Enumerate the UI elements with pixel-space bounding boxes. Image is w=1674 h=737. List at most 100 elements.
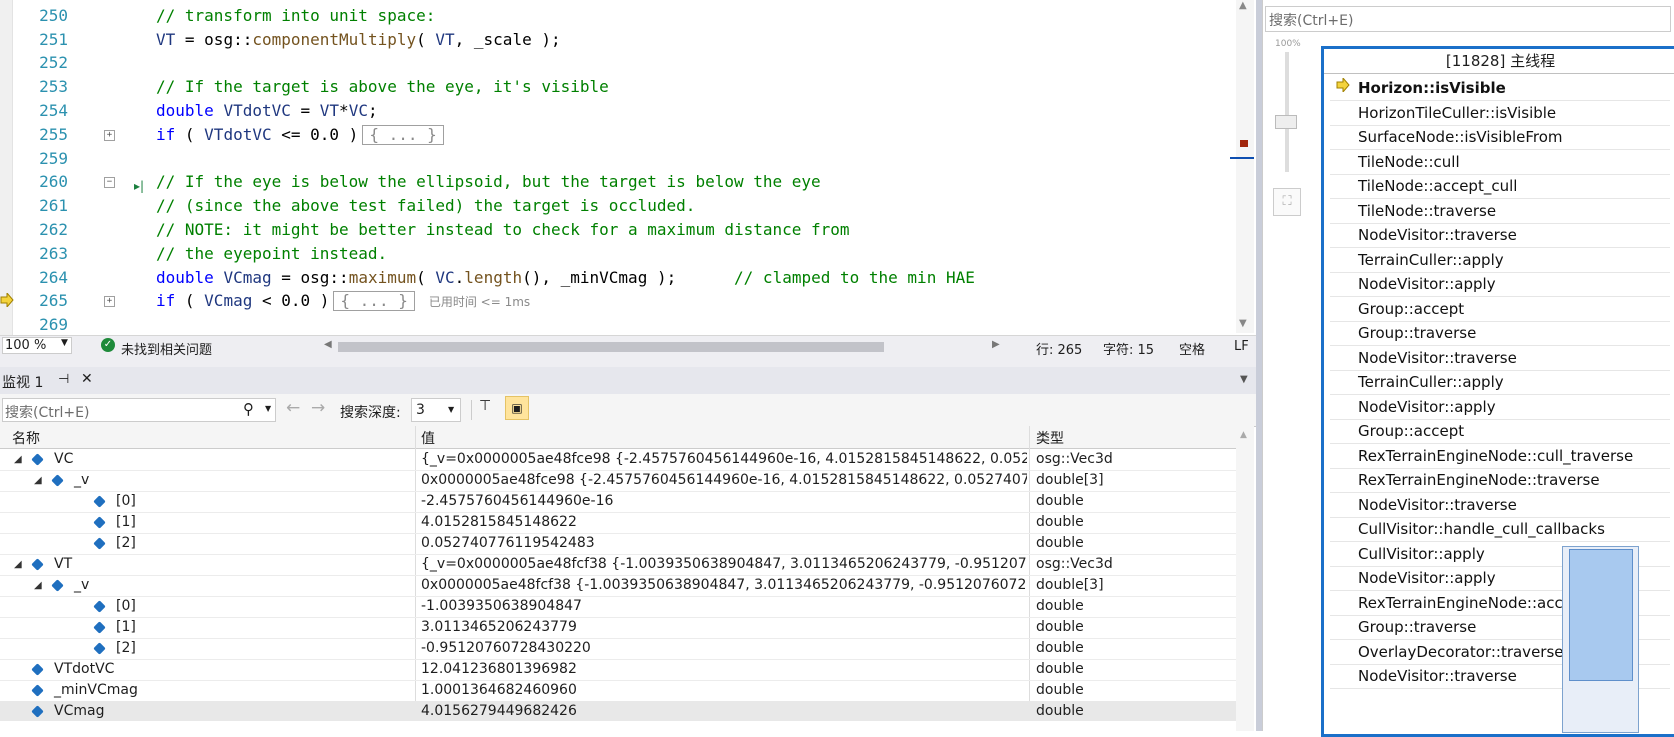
call-stack-frame[interactable]: NodeVisitor::traverse [1358, 225, 1517, 245]
column-name-header[interactable]: 名称 [12, 428, 40, 448]
editor-vertical-scrollbar[interactable]: ▲ ▼ [1230, 0, 1254, 333]
code-line[interactable]: // transform into unit space: [156, 6, 435, 26]
watch-row[interactable]: [0] -1.0039350638904847 double [0, 596, 1236, 618]
expand-toggle-icon[interactable]: ◢ [14, 449, 22, 470]
breakpoint-margin[interactable] [0, 0, 13, 342]
expand-toggle-icon[interactable]: ◢ [14, 554, 22, 575]
column-type-header[interactable]: 类型 [1036, 428, 1064, 448]
code-line[interactable]: if ( VCmag < 0.0 ){ ... } 已用时间 <= 1ms [156, 291, 530, 312]
watch-value[interactable]: 4.0156279449682426 [421, 701, 1027, 722]
call-stack-frame[interactable]: HorizonTileCuller::isVisible [1358, 103, 1556, 123]
issues-status[interactable]: 未找到相关问题 [121, 339, 212, 358]
call-stack-frame[interactable]: Group::traverse [1358, 617, 1476, 637]
watch-row[interactable]: VTdotVC 12.041236801396982 double [0, 659, 1236, 681]
call-stack-frame[interactable]: TileNode::accept_cull [1358, 176, 1517, 196]
panel-menu-icon[interactable]: ▼ [1240, 374, 1248, 385]
call-stack-frame[interactable]: TileNode::cull [1358, 152, 1460, 172]
watch-search-box[interactable]: 搜索(Ctrl+E) ⚲ ▼ [2, 398, 276, 422]
scroll-down-icon[interactable]: ▼ [1239, 318, 1247, 329]
call-stack-frame[interactable]: OverlayDecorator::traverse [1358, 642, 1564, 662]
whitespace-indicator[interactable]: 空格 [1179, 339, 1205, 358]
code-line[interactable]: // NOTE: it might be better instead to c… [156, 220, 850, 240]
watch-row[interactable]: [1] 4.0152815845148622 double [0, 512, 1236, 534]
map-zoom-thumb[interactable] [1275, 115, 1297, 129]
call-stack-frame[interactable]: Group::traverse [1358, 323, 1476, 343]
watch-row[interactable]: ◢ VT {_v=0x0000005ae48fcf38 {-1.0039350638… [0, 554, 1236, 576]
back-arrow-icon[interactable]: ← [286, 398, 300, 418]
watch-row[interactable]: [2] 0.052740776119542483 double [0, 533, 1236, 555]
watch-row[interactable]: _minVCmag 1.0001364682460960 double [0, 680, 1236, 702]
call-stack-frame[interactable]: TerrainCuller::apply [1358, 250, 1504, 270]
line-indicator[interactable]: 行: 265 [1036, 339, 1082, 358]
search-depth-select[interactable]: 3 ▼ [411, 398, 461, 422]
watch-search-input[interactable]: 搜索(Ctrl+E) [5, 402, 89, 422]
watch-row[interactable]: ◢ _v 0x0000005ae48fce98 {-2.45757604561449… [0, 470, 1236, 492]
call-stack-frame[interactable]: Horizon::isVisible [1358, 78, 1506, 98]
call-stack-frame[interactable]: CullVisitor::handle_cull_callbacks [1358, 519, 1605, 539]
char-indicator[interactable]: 字符: 15 [1103, 339, 1154, 358]
call-stack-frame[interactable]: RexTerrainEngineNode::traverse [1358, 470, 1600, 490]
call-stack-frame[interactable]: NodeVisitor::apply [1358, 568, 1496, 588]
code-line[interactable]: if ( VTdotVC <= 0.0 ){ ... } [156, 125, 444, 145]
call-stack-frame[interactable]: TileNode::traverse [1358, 201, 1496, 221]
call-stack-frame[interactable]: CullVisitor::apply [1358, 544, 1485, 564]
watch-row[interactable]: [2] -0.95120760728430220 double [0, 638, 1236, 660]
watch-row[interactable]: [0] -2.4575760456144960e-16 double [0, 491, 1236, 513]
call-stack-frame[interactable]: TerrainCuller::apply [1358, 372, 1504, 392]
call-stack-frame[interactable]: SurfaceNode::isVisibleFrom [1358, 127, 1563, 147]
scroll-right-icon[interactable]: ▶ [992, 339, 1000, 350]
scroll-up-icon[interactable]: ▲ [1239, 0, 1247, 11]
watch-value[interactable]: 1.0001364682460960 [421, 680, 1027, 701]
collapsed-block[interactable]: { ... } [333, 291, 415, 311]
watch-value[interactable]: 0.052740776119542483 [421, 533, 1027, 554]
code-line[interactable]: // (since the above test failed) the tar… [156, 196, 695, 216]
watch-value[interactable]: -2.4575760456144960e-16 [421, 491, 1027, 512]
collapsed-block[interactable]: { ... } [362, 125, 444, 145]
call-stack-frame[interactable]: NodeVisitor::traverse [1358, 666, 1517, 686]
pin-columns-icon[interactable]: ⊤ [479, 398, 497, 418]
right-search-box[interactable]: 搜索(Ctrl+E) [1265, 6, 1671, 32]
watch-value[interactable]: 0x0000005ae48fcf38 {-1.0039350638904847,… [421, 575, 1027, 596]
horizontal-scrollbar-thumb[interactable] [338, 342, 884, 352]
tab-watch-1[interactable]: 监视 1 [2, 372, 43, 392]
call-stack-frame[interactable]: NodeVisitor::traverse [1358, 495, 1517, 515]
forward-arrow-icon[interactable]: → [311, 398, 325, 418]
call-stack-frame[interactable]: RexTerrainEngineNode::accept [1358, 593, 1587, 613]
watch-value[interactable]: 12.041236801396982 [421, 659, 1027, 680]
chevron-down-icon[interactable]: ▼ [265, 404, 271, 413]
graph-minimap[interactable] [1562, 546, 1639, 733]
code-line[interactable]: // If the target is above the eye, it's … [156, 77, 609, 97]
call-stack-frame[interactable]: NodeVisitor::apply [1358, 397, 1496, 417]
expand-icon[interactable]: + [104, 130, 115, 141]
column-value-header[interactable]: 值 [421, 428, 435, 448]
fit-to-view-icon[interactable]: ⛶ [1273, 188, 1301, 216]
code-line[interactable]: double VCmag = osg::maximum( VC.length()… [156, 268, 975, 288]
watch-row[interactable]: ◢ VC {_v=0x0000005ae48fce98 {-2.4575760456… [0, 449, 1236, 471]
watch-value[interactable]: {_v=0x0000005ae48fcf38 {-1.0039350638904… [421, 554, 1027, 575]
watch-row[interactable]: [1] 3.0113465206243779 double [0, 617, 1236, 639]
zoom-select[interactable]: 100 % ▼ [2, 337, 72, 354]
search-icon[interactable]: ⚲ [243, 400, 254, 418]
watch-row[interactable]: VCmag 4.0156279449682426 double [0, 701, 1236, 723]
view-raw-icon[interactable]: ▣ [505, 396, 529, 420]
code-line[interactable]: // If the eye is below the ellipsoid, bu… [156, 172, 821, 192]
call-stack-frame[interactable]: Group::accept [1358, 299, 1464, 319]
pin-icon[interactable]: ⊣ [58, 372, 69, 387]
call-stack-frame[interactable]: NodeVisitor::traverse [1358, 348, 1517, 368]
scroll-up-icon[interactable]: ▲ [1240, 430, 1247, 440]
collapse-icon[interactable]: − [104, 177, 115, 188]
watch-row[interactable]: ◢ _v 0x0000005ae48fcf38 {-1.00393506389048… [0, 575, 1236, 597]
watch-value[interactable]: 4.0152815845148622 [421, 512, 1027, 533]
close-icon[interactable]: ✕ [81, 371, 93, 387]
add-watch-row[interactable] [0, 721, 1236, 731]
code-line[interactable]: VT = osg::componentMultiply( VT, _scale … [156, 30, 561, 50]
scroll-left-icon[interactable]: ◀ [324, 339, 332, 350]
run-to-click-icon[interactable]: ▸| [134, 179, 144, 193]
map-zoom-slider[interactable] [1285, 52, 1289, 172]
expand-toggle-icon[interactable]: ◢ [34, 470, 42, 491]
watch-value[interactable]: -1.0039350638904847 [421, 596, 1027, 617]
call-stack-frame[interactable]: Group::accept [1358, 421, 1464, 441]
watch-vertical-scrollbar[interactable]: ▲ [1236, 426, 1254, 731]
code-line[interactable]: // the eyepoint instead. [156, 244, 387, 264]
right-search-input[interactable]: 搜索(Ctrl+E) [1269, 10, 1353, 30]
